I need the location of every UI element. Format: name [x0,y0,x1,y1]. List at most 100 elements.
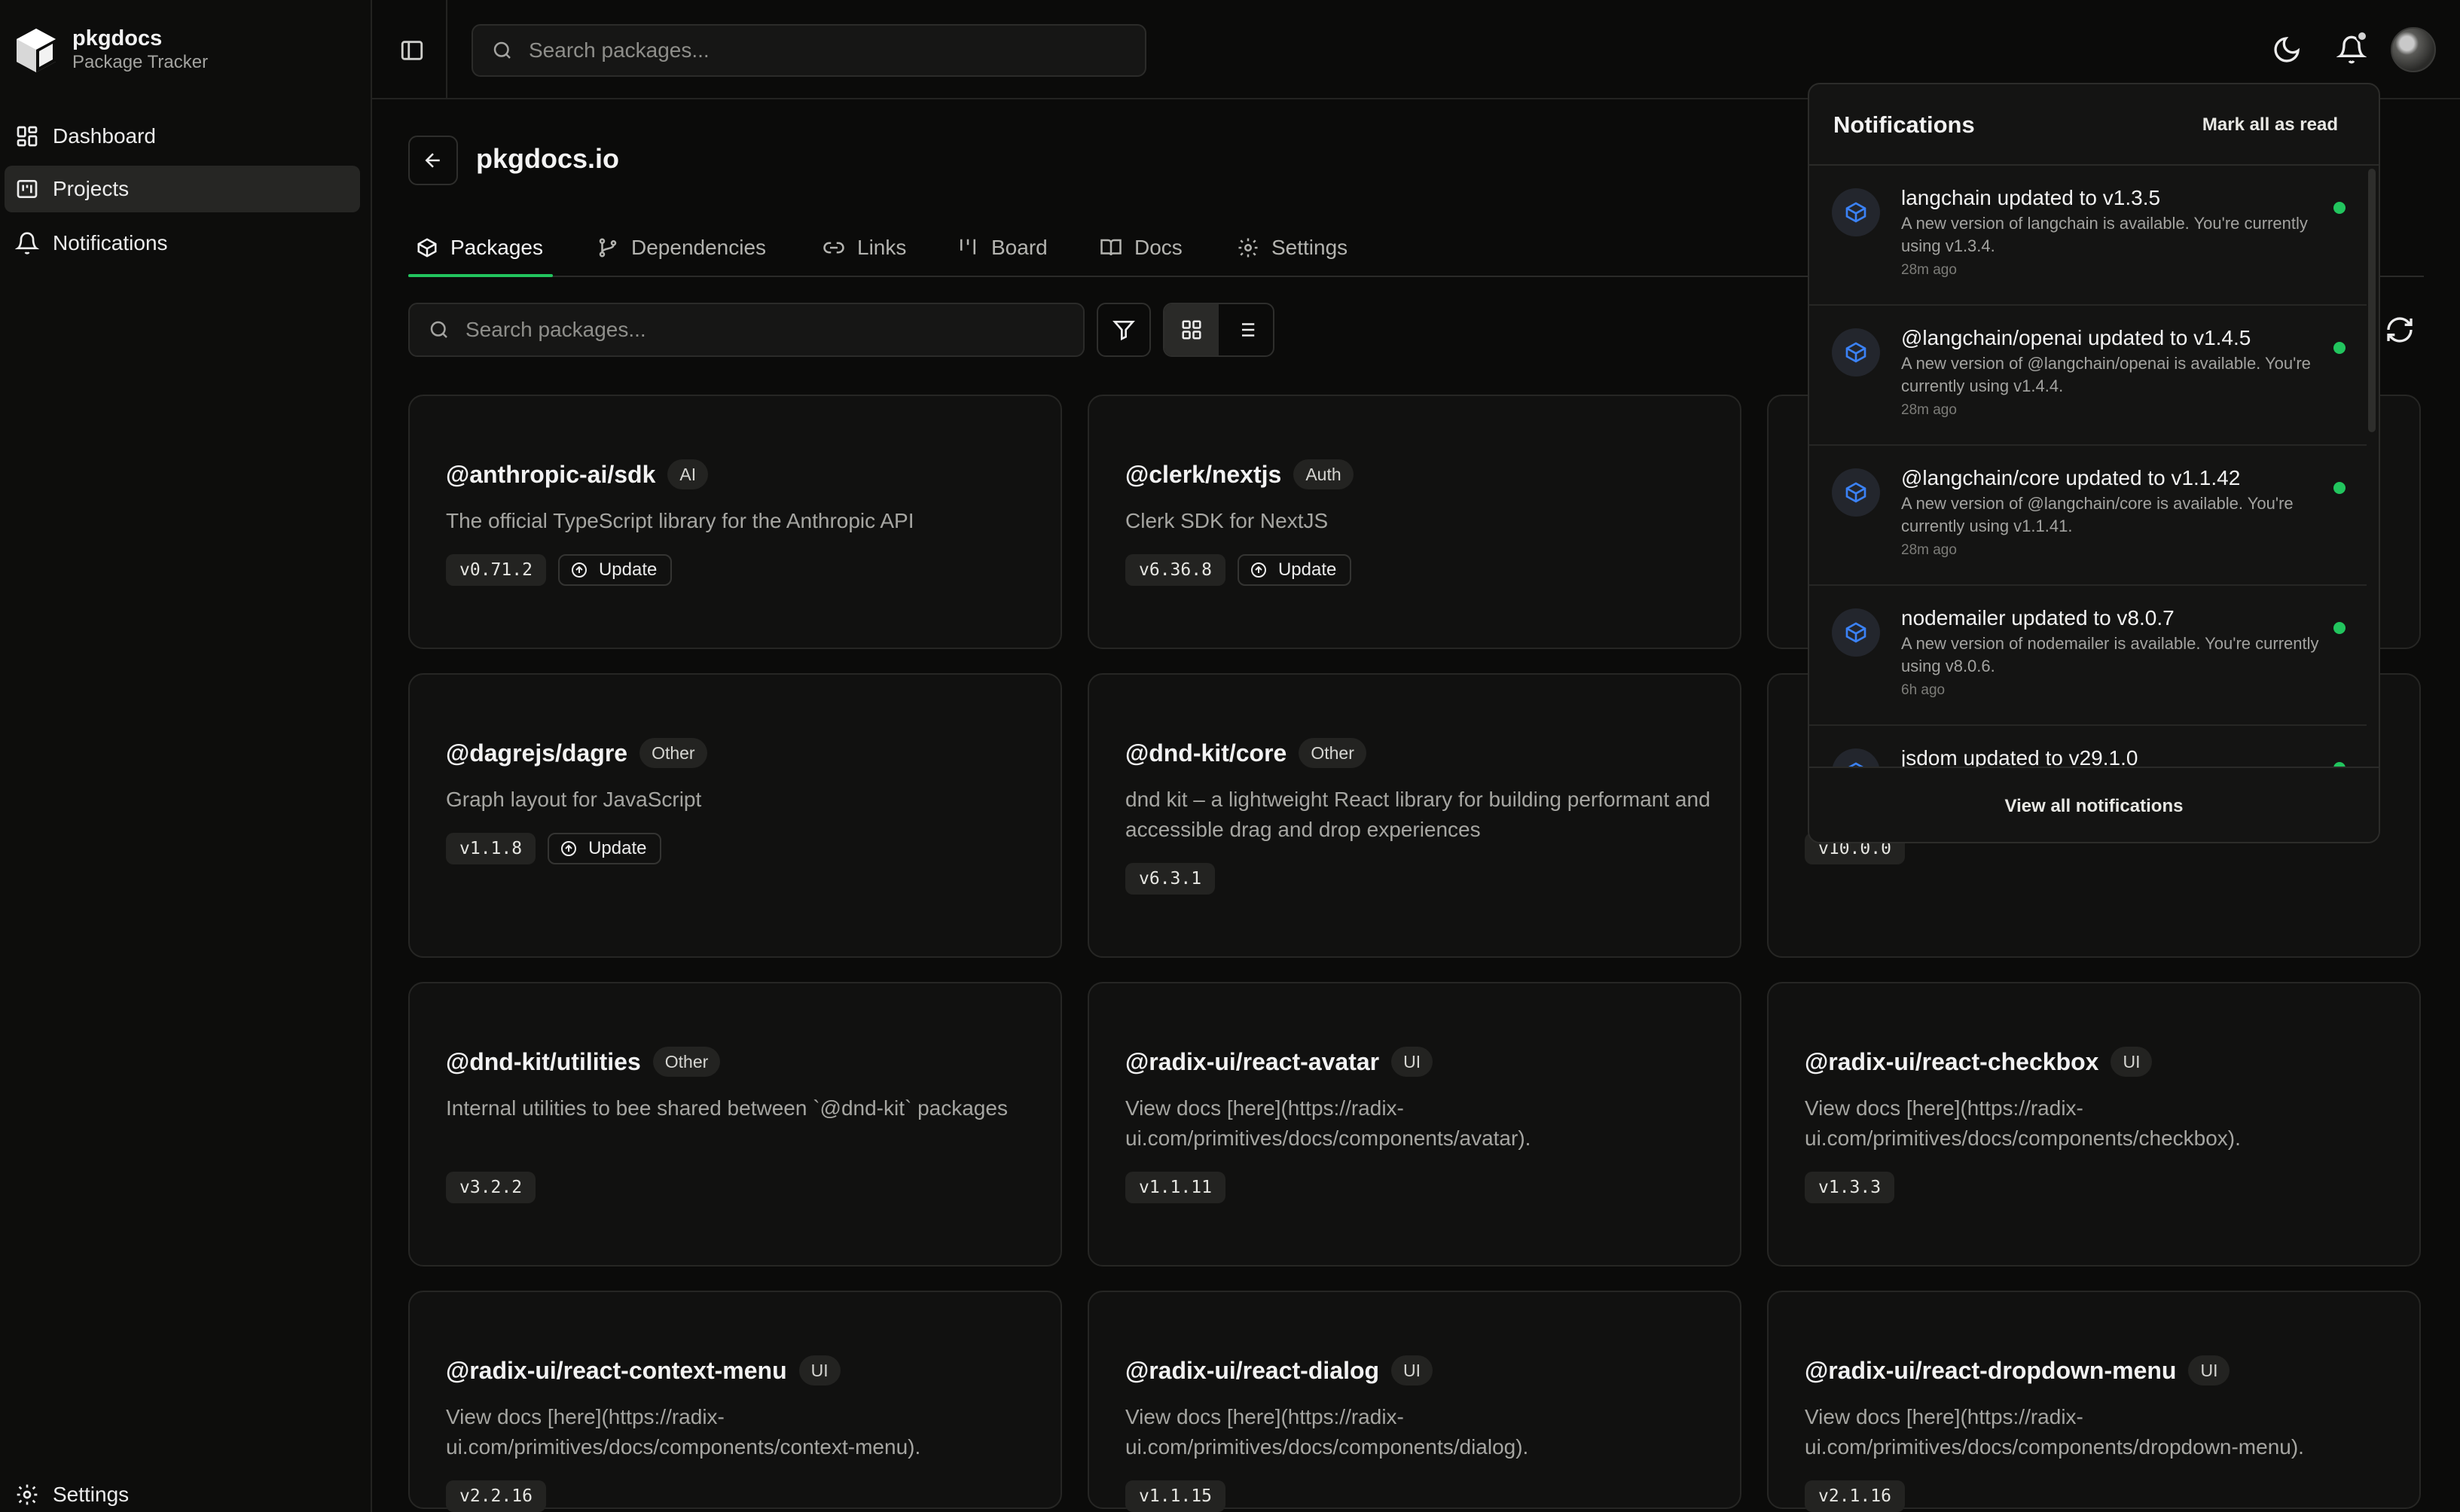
brand-name: pkgdocs [72,26,163,50]
notification-item[interactable]: langchain updated to v1.3.5 A new versio… [1809,166,2367,306]
package-name: @radix-ui/react-context-menu [446,1356,787,1384]
mark-all-read-button[interactable]: Mark all as read [2202,114,2338,136]
notification-body: A new version of @langchain/core is avai… [1901,494,2294,535]
arrow-up-circle-icon [571,562,587,578]
notification-item[interactable]: @langchain/openai updated to v1.4.5 A ne… [1809,306,2367,446]
update-button[interactable]: Update [557,554,673,586]
package-card[interactable]: @radix-ui/react-context-menu UI View docs… [408,1291,1062,1512]
category-badge: UI [2111,1047,2153,1077]
notification-item[interactable]: @langchain/core updated to v1.1.42 A new… [1809,446,2367,586]
sidebar-item-label: Dashboard [53,124,156,148]
notification-headline: @langchain/core updated to v1.1.42 [1901,466,2241,489]
package-name: @anthropic-ai/sdk [446,460,656,488]
search-icon [493,41,511,59]
category-badge: AI [667,459,709,489]
notification-time: 28m ago [1901,262,1957,278]
category-badge: UI [2188,1355,2230,1385]
unread-dot [2333,202,2346,214]
package-search[interactable] [408,303,1085,357]
notifications-title: Notifications [1833,111,1975,138]
package-icon [1832,328,1880,376]
moon-icon[interactable] [2272,35,2302,65]
filter-button[interactable] [1097,303,1151,357]
notification-headline: @langchain/openai updated to v1.4.5 [1901,326,2251,349]
sidebar-item-projects[interactable]: Projects [5,166,360,212]
package-description: The official TypeScript library for the … [446,509,914,532]
notification-headline: langchain updated to v1.3.5 [1901,186,2161,209]
list-view-button[interactable] [1219,304,1273,355]
version-badge: v6.36.8 [1125,554,1225,586]
gear-icon [17,1484,38,1505]
package-card[interactable]: @radix-ui/react-dialog UI View docs [here… [1088,1291,1741,1512]
version-badge: v3.2.2 [446,1172,536,1203]
tab-board[interactable]: Board [957,218,1048,277]
tab-label: Docs [1134,236,1183,259]
version-badge: v1.1.8 [446,833,536,864]
category-badge: Other [1299,738,1366,768]
sidebar-toggle-icon[interactable] [399,38,425,63]
tab-settings[interactable]: Settings [1237,218,1348,277]
notification-time: 6h ago [1901,682,1946,698]
search-icon [430,321,447,338]
notifications-dropdown: Notifications Mark all as read langchain… [1808,83,2380,843]
notifications-scrollbar[interactable] [2368,169,2376,432]
package-search-input[interactable] [465,318,1038,342]
list-icon [1237,323,1255,337]
update-button[interactable]: Update [1237,554,1352,586]
sidebar-item-label: Notifications [53,231,168,255]
package-name: @radix-ui/react-dialog [1125,1356,1380,1384]
package-card[interactable]: @dnd-kit/utilities Other Internal utiliti… [408,982,1062,1267]
package-description: View docs [here](https://radix-ui.com/pr… [1125,1096,1531,1150]
global-search[interactable] [472,24,1146,77]
gear-icon [1238,238,1258,258]
package-name: @radix-ui/react-avatar [1125,1047,1380,1075]
sidebar-item-settings[interactable]: Settings [5,1471,360,1512]
notification-body: A new version of nodemailer is available… [1901,634,2319,675]
tab-dependencies[interactable]: Dependencies [597,218,766,277]
update-label: Update [588,838,647,858]
package-name: @dagrejs/dagre [446,739,628,767]
package-icon [417,238,437,258]
avatar[interactable] [2391,27,2436,72]
package-card[interactable]: @clerk/nextjs Auth Clerk SDK for NextJS v… [1088,395,1741,649]
global-search-input[interactable] [529,38,1101,62]
package-description: View docs [here](https://radix-ui.com/pr… [446,1405,921,1459]
version-badge: v0.71.2 [446,554,546,586]
link-icon [823,242,844,254]
sidebar-item-label: Settings [53,1483,130,1506]
back-button[interactable] [408,136,458,185]
grid-view-button[interactable] [1164,304,1219,355]
brand[interactable]: pkgdocs Package Tracker [12,26,208,74]
package-description: View docs [here](https://radix-ui.com/pr… [1805,1405,2304,1459]
bell-icon [15,232,39,255]
package-card[interactable]: @radix-ui/react-avatar UI View docs [here… [1088,982,1741,1267]
view-toggle [1163,303,1274,357]
package-card[interactable]: @dnd-kit/core Other dnd kit – a lightweig… [1088,673,1741,958]
tab-packages[interactable]: Packages [416,218,543,277]
sidebar-item-dashboard[interactable]: Dashboard [5,113,360,160]
package-card[interactable]: @dagrejs/dagre Other Graph layout for Jav… [408,673,1062,958]
arrow-up-circle-icon [561,841,577,856]
package-card[interactable]: @radix-ui/react-checkbox UI View docs [he… [1767,982,2421,1267]
refresh-icon[interactable] [2385,315,2415,345]
tab-links[interactable]: Links [823,218,906,277]
package-name: @dnd-kit/core [1125,739,1287,767]
tab-docs[interactable]: Docs [1100,218,1183,277]
arrow-up-circle-icon [1250,562,1266,578]
app-root: pkgdocs Package Tracker Dashboard Projec… [0,0,2460,1512]
notification-item[interactable]: nodemailer updated to v8.0.7 A new versi… [1809,586,2367,726]
notification-time: 28m ago [1901,402,1957,418]
sidebar-item-notifications[interactable]: Notifications [5,220,360,267]
category-badge: Other [639,738,707,768]
tab-label: Board [991,236,1048,259]
category-badge: UI [1391,1355,1433,1385]
view-all-notifications-button[interactable]: View all notifications [1809,767,2379,842]
package-description: dnd kit – a lightweight React library fo… [1125,788,1711,841]
tab-label: Dependencies [631,236,767,259]
package-card[interactable]: @radix-ui/react-dropdown-menu UI View doc… [1767,1291,2421,1512]
update-button[interactable]: Update [548,833,662,864]
notification-time: 28m ago [1901,542,1957,558]
sidebar: pkgdocs Package Tracker Dashboard Projec… [0,0,372,1512]
version-badge: v1.1.11 [1125,1172,1225,1203]
package-card[interactable]: @anthropic-ai/sdk AI The official TypeScr… [408,395,1062,649]
